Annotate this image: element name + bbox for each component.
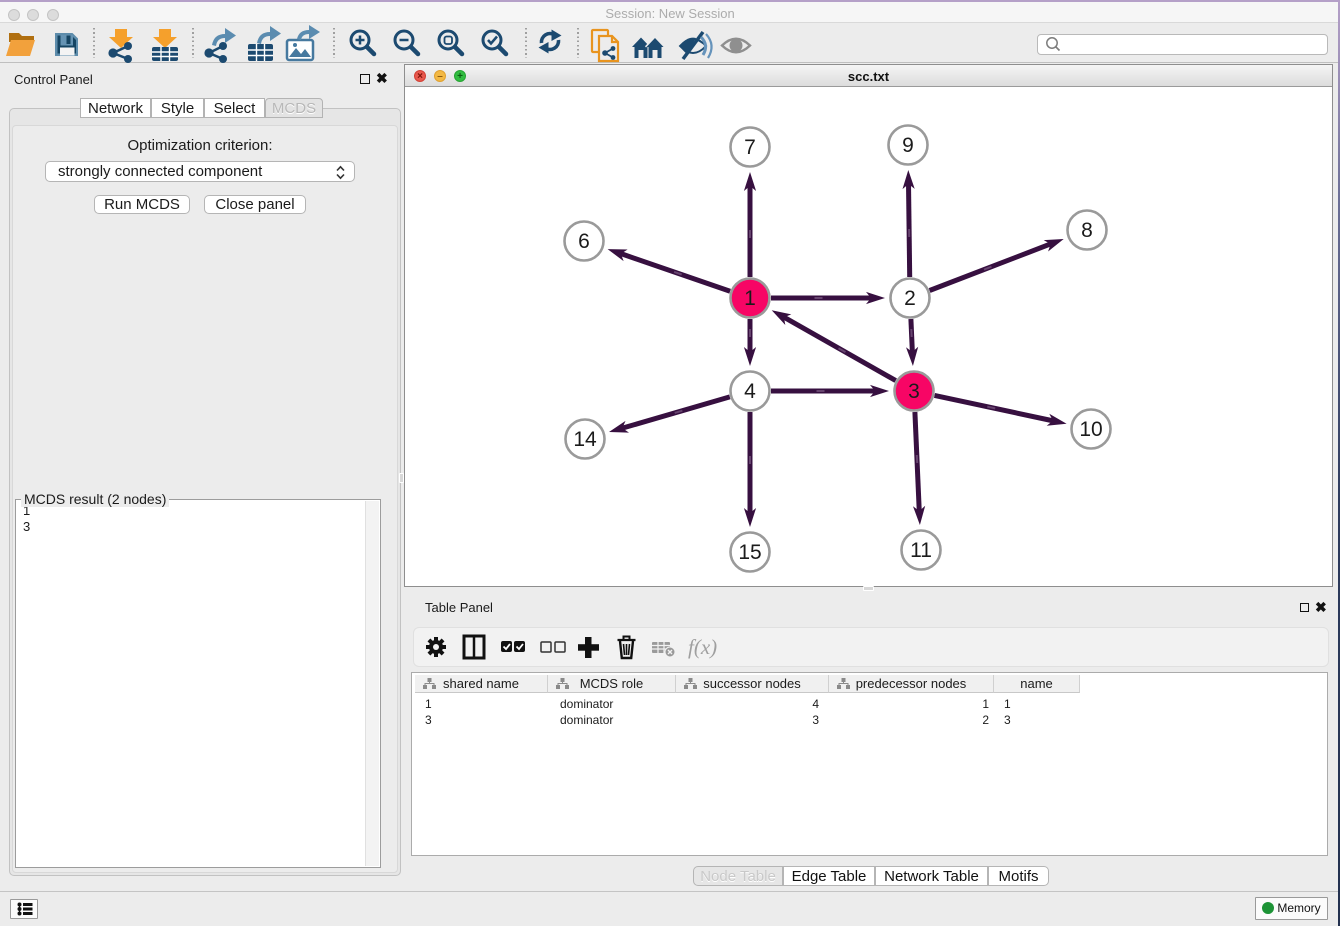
svg-text:7: 7 [744,136,756,159]
svg-text:1: 1 [744,287,756,310]
svg-text:9: 9 [902,134,914,157]
svg-text:15: 15 [738,541,761,564]
svg-text:11: 11 [910,539,932,562]
svg-text:4: 4 [744,380,756,403]
svg-text:10: 10 [1079,418,1102,441]
svg-text:3: 3 [908,380,920,403]
svg-text:6: 6 [578,230,590,253]
svg-text:14: 14 [573,428,597,451]
svg-text:2: 2 [904,287,916,310]
svg-text:f(x): f(x) [688,635,717,659]
svg-text:8: 8 [1081,219,1093,242]
